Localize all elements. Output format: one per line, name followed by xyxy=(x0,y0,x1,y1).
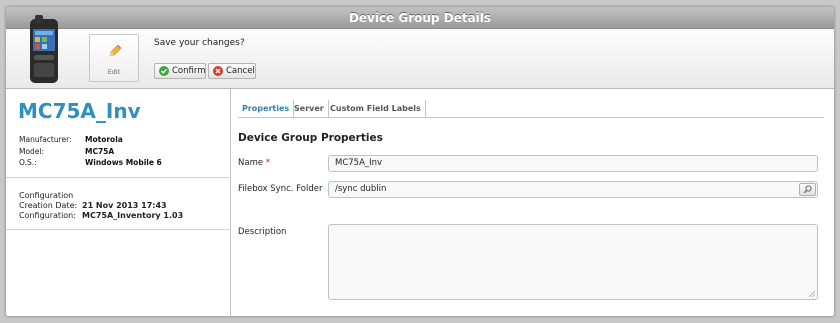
search-icon xyxy=(803,185,812,194)
name-label: Name * xyxy=(238,158,270,168)
handheld-device-icon xyxy=(30,15,58,83)
name-label-text: Name xyxy=(238,158,264,168)
pencil-icon xyxy=(109,44,122,57)
info-value: MC75A xyxy=(85,147,115,156)
title-bar: Device Group Details xyxy=(6,7,834,29)
divider xyxy=(6,229,231,230)
creation-date-value: 21 Nov 2013 17:43 xyxy=(82,201,167,210)
configuration-title: Configuration xyxy=(19,191,74,200)
info-value: Motorola xyxy=(85,135,123,144)
info-key: Model: xyxy=(19,147,45,156)
info-row-os: O.S.: Windows Mobile 6 xyxy=(19,158,162,167)
edit-label: Edit xyxy=(107,68,121,76)
description-textarea[interactable] xyxy=(328,224,818,300)
tab-bar: Properties Server Custom Field Labels xyxy=(238,100,824,118)
info-key: O.S.: xyxy=(19,158,37,167)
cancel-label: Cancel xyxy=(226,66,255,76)
x-circle-icon xyxy=(213,66,223,76)
tab-custom-field-labels[interactable]: Custom Field Labels xyxy=(326,100,426,117)
toolbar: Edit Save your changes? Confirm Cancel xyxy=(6,15,834,89)
cancel-button[interactable]: Cancel xyxy=(208,63,256,79)
filebox-label: Filebox Sync. Folder xyxy=(238,184,323,194)
description-label: Description xyxy=(238,227,287,237)
info-value: Windows Mobile 6 xyxy=(85,158,162,167)
confirm-button[interactable]: Confirm xyxy=(154,63,206,79)
edit-button[interactable]: Edit xyxy=(89,34,139,82)
save-prompt: Save your changes? xyxy=(154,38,245,48)
configuration-value: MC75A_Inventory 1.03 xyxy=(82,211,184,220)
info-key: Manufacturer: xyxy=(19,135,72,144)
confirm-label: Confirm xyxy=(172,66,206,76)
configuration-key: Configuration: xyxy=(19,211,76,220)
creation-date-row: Creation Date: 21 Nov 2013 17:43 xyxy=(19,201,167,210)
name-input[interactable]: MC75A_Inv xyxy=(328,155,818,172)
device-group-details-window: Device Group Details Edit Save your chan… xyxy=(5,6,835,317)
properties-panel: Properties Server Custom Field Labels De… xyxy=(232,89,834,316)
device-summary-panel: MC75A_Inv Manufacturer: Motorola Model: MC… xyxy=(6,89,231,316)
configuration-row: Configuration: MC75A_Inventory 1.03 xyxy=(19,211,183,220)
tab-server[interactable]: Server xyxy=(290,100,329,117)
check-circle-icon xyxy=(159,66,169,76)
filebox-value: /sync dublin xyxy=(335,184,387,194)
device-name: MC75A_Inv xyxy=(18,99,141,123)
resize-grip-icon[interactable] xyxy=(809,291,815,297)
required-mark: * xyxy=(265,158,271,168)
info-row-model: Model: MC75A xyxy=(19,147,114,156)
browse-button[interactable] xyxy=(799,183,816,196)
divider xyxy=(6,177,231,178)
info-row-manufacturer: Manufacturer: Motorola xyxy=(19,135,123,144)
section-title: Device Group Properties xyxy=(238,132,383,144)
tab-properties[interactable]: Properties xyxy=(238,100,295,117)
filebox-field[interactable]: /sync dublin xyxy=(328,181,818,198)
window-title: Device Group Details xyxy=(348,11,492,25)
creation-date-key: Creation Date: xyxy=(19,201,78,210)
